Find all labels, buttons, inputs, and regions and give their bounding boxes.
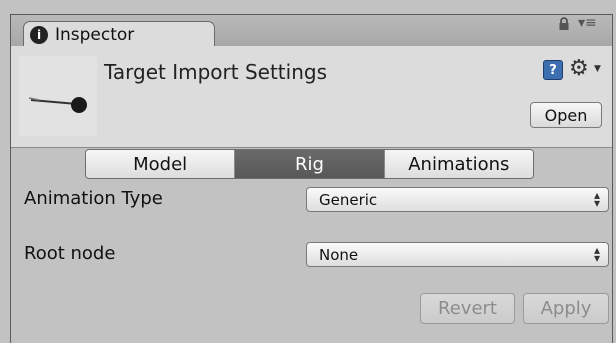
menu-icon[interactable]: ▾≡ xyxy=(578,15,597,31)
tab-label: Inspector xyxy=(55,25,135,45)
apply-button[interactable]: Apply xyxy=(523,293,609,324)
import-settings-header: Target Import Settings ? ⚙ ▼ Open xyxy=(11,46,612,148)
rig-settings-panel: Model Rig Animations Animation Type Gene… xyxy=(11,148,612,343)
asset-preview xyxy=(19,56,97,136)
root-node-value: None xyxy=(319,245,359,264)
root-node-select[interactable]: None ▴ ▾ xyxy=(306,242,609,267)
animation-type-value: Generic xyxy=(319,190,378,209)
info-icon: i xyxy=(30,26,48,44)
lock-icon[interactable] xyxy=(557,17,571,31)
dropdown-arrows-icon: ▴ ▾ xyxy=(593,243,600,265)
help-icon[interactable]: ? xyxy=(543,60,563,80)
tab-model[interactable]: Model xyxy=(86,150,236,178)
animation-type-label: Animation Type xyxy=(24,188,163,209)
chevron-down-icon: ▼ xyxy=(594,64,601,74)
gear-icon[interactable]: ⚙ xyxy=(569,56,589,81)
dropdown-arrows-icon: ▴ ▾ xyxy=(593,188,600,210)
revert-button[interactable]: Revert xyxy=(420,293,515,324)
tab-rig[interactable]: Rig xyxy=(235,150,385,178)
root-node-label: Root node xyxy=(24,243,116,264)
tab-bar: Model Rig Animations xyxy=(85,149,534,179)
asset-thumbnail xyxy=(28,97,87,113)
open-button[interactable]: Open xyxy=(530,102,602,128)
animation-type-select[interactable]: Generic ▴ ▾ xyxy=(306,187,609,212)
tab-strip: i Inspector xyxy=(10,14,613,48)
tab-inspector[interactable]: i Inspector xyxy=(23,21,215,48)
page-title: Target Import Settings xyxy=(104,60,327,84)
tab-animations[interactable]: Animations xyxy=(384,150,533,178)
